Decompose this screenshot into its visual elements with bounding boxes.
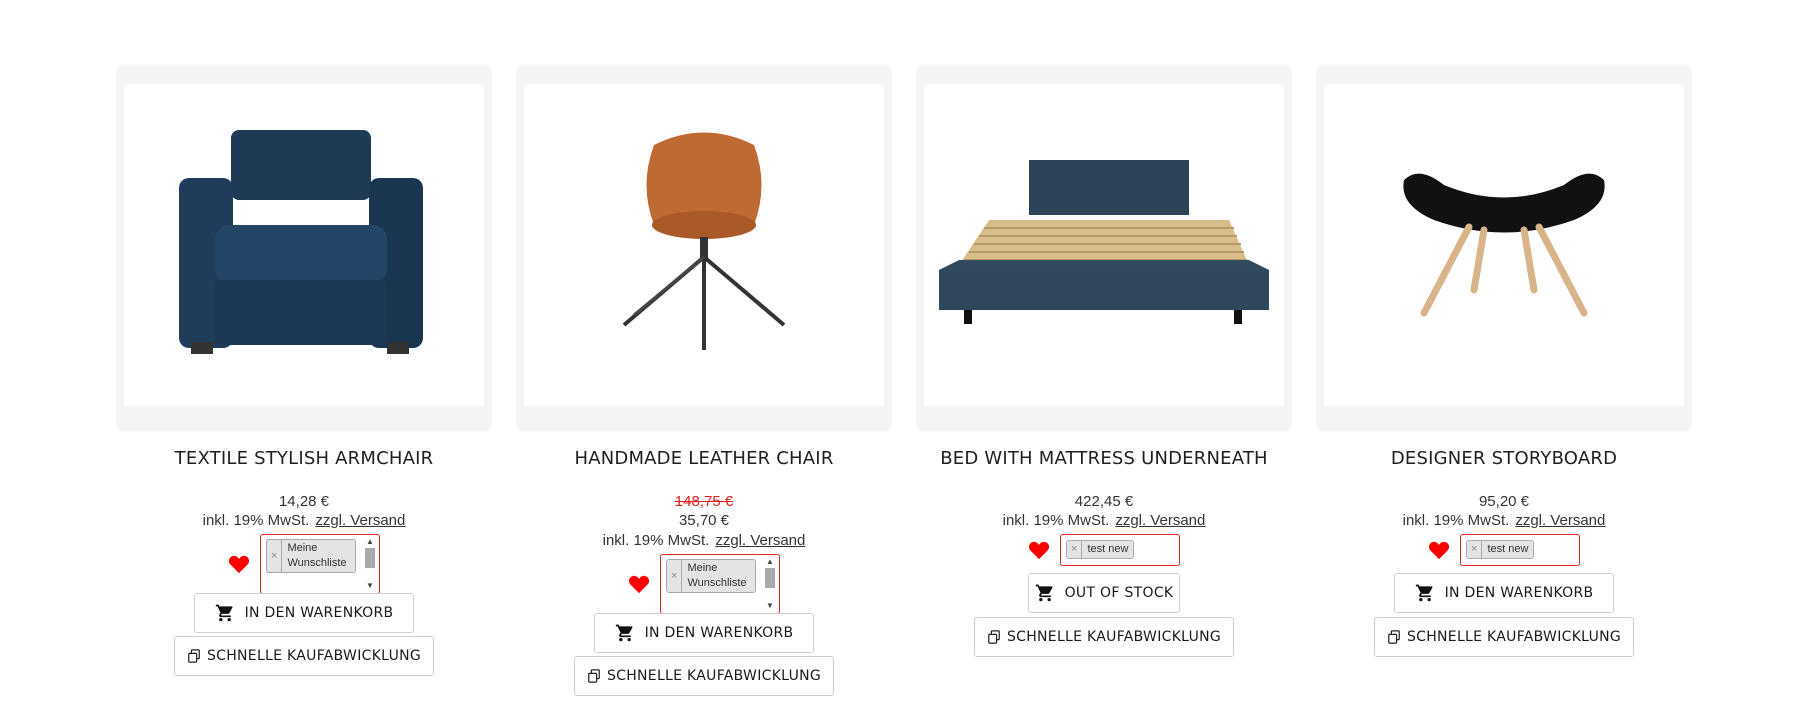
leather-chair-image bbox=[622, 132, 786, 350]
scroll-up-icon[interactable]: ▲ bbox=[765, 558, 775, 566]
wishlist-tag-label: Meine Wunschliste bbox=[287, 542, 347, 569]
quick-checkout-button[interactable]: SCHNELLE KAUFABWICKLUNG bbox=[1374, 617, 1634, 657]
heart-icon[interactable] bbox=[628, 574, 650, 594]
product-card: TEXTILE STYLISH ARMCHAIR 14,28 € inkl. 1… bbox=[118, 66, 490, 716]
wishlist-tag: × Meine Wunschliste bbox=[266, 539, 356, 573]
wishlist-tag-label: Meine Wunschliste bbox=[687, 562, 747, 589]
quick-checkout-button[interactable]: SCHNELLE KAUFABWICKLUNG bbox=[574, 656, 834, 696]
product-card: BED WITH MATTRESS UNDERNEATH 422,45 € in… bbox=[918, 66, 1290, 716]
product-price: 35,70 € bbox=[678, 512, 730, 529]
add-to-cart-button[interactable]: IN DEN WARENKORB bbox=[594, 613, 814, 653]
product-title[interactable]: HANDMADE LEATHER CHAIR bbox=[518, 448, 890, 469]
copy-icon bbox=[188, 649, 200, 663]
remove-tag-icon[interactable]: × bbox=[267, 540, 283, 572]
heart-icon[interactable] bbox=[1028, 540, 1050, 560]
shipping-link[interactable]: zzgl. Versand bbox=[315, 512, 405, 529]
product-title[interactable]: DESIGNER STORYBOARD bbox=[1318, 448, 1690, 469]
product-title[interactable]: TEXTILE STYLISH ARMCHAIR bbox=[118, 448, 490, 469]
scroll-thumb[interactable] bbox=[765, 568, 775, 588]
shipping-link[interactable]: zzgl. Versand bbox=[715, 532, 805, 549]
product-card: HANDMADE LEATHER CHAIR 148,75 € 35,70 € … bbox=[518, 66, 890, 716]
wishlist-row: × Meine Wunschliste ▲ ▼ bbox=[118, 534, 490, 594]
heart-icon[interactable] bbox=[228, 554, 250, 574]
add-to-cart-button[interactable]: IN DEN WARENKORB bbox=[194, 593, 414, 633]
price-info: inkl. 19% MwSt. zzgl. Versand bbox=[518, 532, 890, 549]
scroll-thumb[interactable] bbox=[365, 548, 375, 568]
wishlist-select[interactable]: × Meine Wunschliste ▲ ▼ bbox=[660, 554, 780, 614]
wishlist-row: × Meine Wunschliste ▲ ▼ bbox=[518, 554, 890, 614]
scroll-up-icon[interactable]: ▲ bbox=[365, 538, 375, 546]
wishlist-select[interactable]: × Meine Wunschliste ▲ ▼ bbox=[260, 534, 380, 594]
wishlist-scrollbar[interactable]: ▲ ▼ bbox=[764, 558, 776, 610]
scroll-down-icon[interactable]: ▼ bbox=[765, 602, 775, 610]
wishlist-tag: × test new bbox=[1466, 540, 1535, 559]
bed-image bbox=[939, 160, 1269, 324]
tax-note: inkl. 19% MwSt. bbox=[602, 532, 710, 549]
original-price: 148,75 € bbox=[674, 493, 734, 510]
quick-checkout-button[interactable]: SCHNELLE KAUFABWICKLUNG bbox=[974, 617, 1234, 657]
add-to-cart-label: IN DEN WARENKORB bbox=[244, 605, 394, 621]
cart-icon bbox=[1415, 584, 1433, 602]
product-price: 422,45 € bbox=[1074, 493, 1134, 510]
product-card: DESIGNER STORYBOARD 95,20 € inkl. 19% Mw… bbox=[1318, 66, 1690, 716]
stool-image bbox=[1403, 173, 1605, 317]
copy-icon bbox=[1388, 630, 1400, 644]
cart-icon bbox=[215, 604, 233, 622]
price-info: inkl. 19% MwSt. zzgl. Versand bbox=[118, 512, 490, 529]
wishlist-tag: × Meine Wunschliste bbox=[666, 559, 756, 593]
tax-note: inkl. 19% MwSt. bbox=[1002, 512, 1110, 529]
wishlist-select[interactable]: × test new bbox=[1460, 534, 1580, 566]
wishlist-tag: × test new bbox=[1066, 540, 1135, 559]
wishlist-row: × test new bbox=[918, 534, 1290, 566]
price-info: inkl. 19% MwSt. zzgl. Versand bbox=[1318, 512, 1690, 529]
scroll-down-icon[interactable]: ▼ bbox=[365, 582, 375, 590]
product-image-frame[interactable] bbox=[1318, 66, 1690, 428]
shipping-link[interactable]: zzgl. Versand bbox=[1115, 512, 1205, 529]
product-image-frame[interactable] bbox=[118, 66, 490, 428]
product-price: 14,28 € bbox=[278, 493, 330, 510]
price-info: inkl. 19% MwSt. zzgl. Versand bbox=[918, 512, 1290, 529]
product-title[interactable]: BED WITH MATTRESS UNDERNEATH bbox=[918, 448, 1290, 469]
add-to-cart-label: IN DEN WARENKORB bbox=[644, 625, 794, 641]
tax-note: inkl. 19% MwSt. bbox=[202, 512, 310, 529]
remove-tag-icon[interactable]: × bbox=[1467, 541, 1483, 558]
wishlist-row: × test new bbox=[1318, 534, 1690, 566]
quick-checkout-label: SCHNELLE KAUFABWICKLUNG bbox=[1406, 629, 1622, 645]
product-price: 95,20 € bbox=[1478, 493, 1530, 510]
out-of-stock-button[interactable]: OUT OF STOCK bbox=[1028, 573, 1180, 613]
product-grid: TEXTILE STYLISH ARMCHAIR 14,28 € inkl. 1… bbox=[118, 66, 1692, 716]
wishlist-tag-label: test new bbox=[1087, 543, 1129, 555]
shipping-link[interactable]: zzgl. Versand bbox=[1515, 512, 1605, 529]
quick-checkout-label: SCHNELLE KAUFABWICKLUNG bbox=[1006, 629, 1222, 645]
quick-checkout-label: SCHNELLE KAUFABWICKLUNG bbox=[606, 668, 822, 684]
quick-checkout-label: SCHNELLE KAUFABWICKLUNG bbox=[206, 648, 422, 664]
quick-checkout-button[interactable]: SCHNELLE KAUFABWICKLUNG bbox=[174, 636, 434, 676]
add-to-cart-button[interactable]: IN DEN WARENKORB bbox=[1394, 573, 1614, 613]
copy-icon bbox=[988, 630, 1000, 644]
copy-icon bbox=[588, 669, 600, 683]
heart-icon[interactable] bbox=[1428, 540, 1450, 560]
cart-icon bbox=[1035, 584, 1053, 602]
remove-tag-icon[interactable]: × bbox=[667, 560, 683, 592]
out-of-stock-label: OUT OF STOCK bbox=[1064, 585, 1174, 601]
blue-armchair-image bbox=[179, 130, 423, 354]
cart-icon bbox=[615, 624, 633, 642]
remove-tag-icon[interactable]: × bbox=[1067, 541, 1083, 558]
wishlist-tag-label: test new bbox=[1487, 543, 1529, 555]
wishlist-scrollbar[interactable]: ▲ ▼ bbox=[364, 538, 376, 590]
add-to-cart-label: IN DEN WARENKORB bbox=[1444, 585, 1594, 601]
product-image-frame[interactable] bbox=[918, 66, 1290, 428]
tax-note: inkl. 19% MwSt. bbox=[1402, 512, 1510, 529]
wishlist-select[interactable]: × test new bbox=[1060, 534, 1180, 566]
product-image-frame[interactable] bbox=[518, 66, 890, 428]
